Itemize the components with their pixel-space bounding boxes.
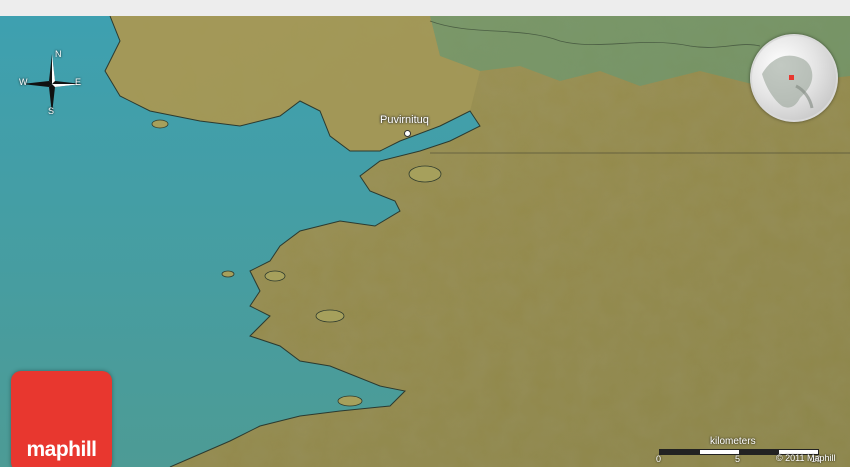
island (408, 165, 442, 183)
city-label[interactable]: Puvirnituq (380, 114, 429, 126)
island (315, 309, 345, 323)
map-terrain (0, 16, 850, 467)
scale-tick-5: 5 (735, 454, 741, 464)
island (337, 395, 363, 407)
maphill-logo[interactable]: maphill (11, 371, 112, 467)
compass-north-label: N (55, 49, 62, 59)
island (151, 119, 169, 129)
island (221, 270, 235, 278)
locator-globe (750, 34, 838, 122)
scale-unit: kilometers (710, 436, 756, 447)
logo-text: maphill (26, 438, 97, 461)
scale-tick-0: 0 (656, 454, 662, 464)
compass-west-label: W (19, 77, 28, 87)
city-marker[interactable] (404, 130, 411, 137)
satellite-map[interactable]: Puvirnituq N S E W maphill kilometers 0 (0, 16, 850, 467)
compass-east-label: E (75, 77, 82, 87)
copyright-text: © 2011 Maphill (776, 453, 836, 463)
island (264, 270, 286, 282)
compass-south-label: S (48, 106, 55, 116)
compass-rose: N S E W (16, 48, 88, 120)
globe-icon (762, 55, 814, 109)
